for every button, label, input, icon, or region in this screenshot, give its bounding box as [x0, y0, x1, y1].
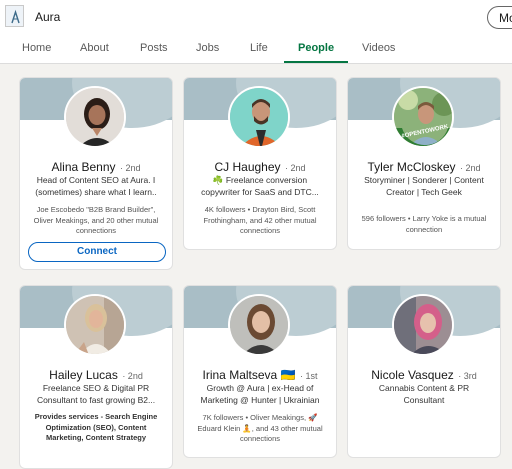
mutual-connections[interactable]: 4K followers • Drayton Bird, Scott Froth…: [192, 205, 328, 237]
person-card[interactable]: Alina Benny · 2nd Head of Content SEO at…: [19, 77, 173, 270]
company-name: Aura: [35, 10, 61, 24]
connection-degree: · 1st: [299, 371, 318, 381]
person-headline: Head of Content SEO at Aura. I (sometime…: [35, 175, 157, 197]
tab-posts[interactable]: Posts: [140, 42, 168, 54]
mutual-connections[interactable]: 7K followers • Oliver Meakings, 🚀 Eduard…: [192, 413, 328, 445]
avatar[interactable]: [64, 294, 126, 356]
person-headline: ☘️ Freelance conversion copywriter for S…: [201, 175, 319, 197]
avatar[interactable]: [64, 86, 126, 148]
connection-degree: · 2nd: [459, 163, 481, 173]
person-headline: Growth @ Aura | ex-Head of Marketing @ H…: [200, 383, 320, 405]
person-headline: Cannabis Content & PR Consultant: [378, 383, 470, 405]
tab-about[interactable]: About: [80, 42, 109, 54]
avatar[interactable]: [392, 294, 454, 356]
mutual-connections[interactable]: Joe Escobedo "B2B Brand Builder", Oliver…: [28, 205, 164, 237]
tab-jobs[interactable]: Jobs: [196, 42, 219, 54]
person-name[interactable]: Hailey Lucas: [49, 368, 118, 382]
avatar[interactable]: #OPENTOWORK: [392, 86, 454, 148]
page-tabs: Home About Posts Jobs Life People Videos: [0, 34, 512, 64]
provides-services[interactable]: Provides services - Search Engine Optimi…: [28, 412, 164, 444]
person-name[interactable]: Tyler McCloskey: [368, 160, 456, 174]
person-card[interactable]: Hailey Lucas · 2nd Freelance SEO & Digit…: [19, 285, 173, 469]
person-headline: Storyminer | Sonderer | Content Creator …: [364, 175, 484, 197]
person-name[interactable]: Alina Benny: [51, 160, 115, 174]
connection-degree: · 3rd: [458, 371, 477, 381]
tab-home[interactable]: Home: [22, 42, 51, 54]
person-card[interactable]: CJ Haughey · 2nd ☘️ Freelance conversion…: [183, 77, 337, 250]
company-header: Aura Mo: [0, 0, 512, 34]
connection-degree: · 2nd: [284, 163, 306, 173]
mutual-connections[interactable]: 596 followers • Larry Yoke is a mutual c…: [356, 214, 492, 235]
avatar[interactable]: [228, 86, 290, 148]
aura-logo-icon[interactable]: [5, 5, 24, 27]
person-name[interactable]: CJ Haughey: [214, 160, 280, 174]
person-name[interactable]: Irina Maltseva 🇺🇦: [203, 368, 296, 382]
active-tab-indicator: [284, 61, 348, 63]
avatar[interactable]: [228, 294, 290, 356]
tab-videos[interactable]: Videos: [362, 42, 395, 54]
person-card[interactable]: #OPENTOWORK Tyler McCloskey · 2nd Storym…: [347, 77, 501, 250]
more-button[interactable]: Mo: [487, 6, 512, 29]
connect-button[interactable]: Connect: [28, 242, 166, 262]
connection-degree: · 2nd: [122, 371, 143, 381]
connection-degree: · 2nd: [119, 163, 141, 173]
person-card[interactable]: Irina Maltseva 🇺🇦 · 1st Growth @ Aura | …: [183, 285, 337, 458]
person-headline: Freelance SEO & Digital PR Consultant to…: [36, 383, 156, 405]
person-name[interactable]: Nicole Vasquez: [371, 368, 454, 382]
tab-people[interactable]: People: [298, 42, 334, 54]
person-card[interactable]: Nicole Vasquez · 3rd Cannabis Content & …: [347, 285, 501, 458]
tab-life[interactable]: Life: [250, 42, 268, 54]
